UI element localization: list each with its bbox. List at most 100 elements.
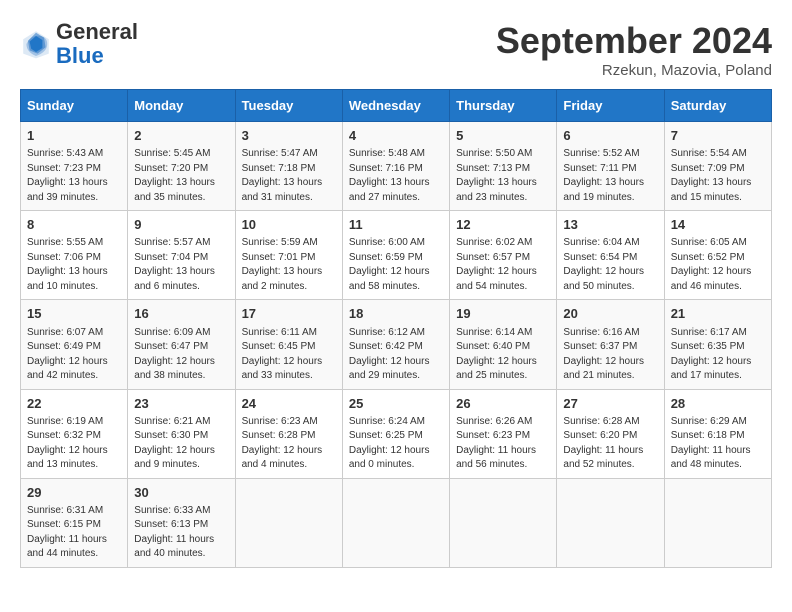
day-number: 1 bbox=[27, 127, 121, 145]
day-number: 17 bbox=[242, 305, 336, 323]
calendar-table: SundayMondayTuesdayWednesdayThursdayFrid… bbox=[20, 89, 772, 568]
day-content: Sunrise: 6:26 AM Sunset: 6:23 PM Dayligh… bbox=[456, 415, 550, 473]
calendar-cell: 4Sunrise: 5:48 AM Sunset: 7:16 PM Daylig… bbox=[342, 122, 449, 211]
day-number: 4 bbox=[349, 127, 443, 145]
calendar-cell: 24 Sunrise: 6:23 AM Sunset: 6:28 PM Dayli… bbox=[235, 389, 342, 478]
day-content: Sunrise: 6:04 AM Sunset: 6:54 PM Dayligh… bbox=[563, 236, 657, 294]
calendar-cell: 6 Sunrise: 5:52 AM Sunset: 7:11 PM Daylig… bbox=[557, 122, 664, 211]
day-content: Sunrise: 5:54 AM Sunset: 7:09 PM Dayligh… bbox=[671, 147, 765, 205]
day-number: 2 bbox=[134, 127, 228, 145]
calendar-cell: 18 Sunrise: 6:12 AM Sunset: 6:42 PM Dayli… bbox=[342, 300, 449, 389]
day-content: Sunrise: 5:50 AM Sunset: 7:13 PM Dayligh… bbox=[456, 147, 550, 205]
day-number: 18 bbox=[349, 305, 443, 323]
weekday-header: Wednesday bbox=[342, 90, 449, 122]
day-number: 11 bbox=[349, 216, 443, 234]
calendar-header: SundayMondayTuesdayWednesdayThursdayFrid… bbox=[21, 90, 772, 122]
calendar-cell: 9 Sunrise: 5:57 AM Sunset: 7:04 PM Daylig… bbox=[128, 211, 235, 300]
day-number: 22 bbox=[27, 395, 121, 413]
day-content: Sunrise: 5:59 AM Sunset: 7:01 PM Dayligh… bbox=[242, 236, 336, 294]
day-content: Sunrise: 5:47 AM Sunset: 7:18 PM Dayligh… bbox=[242, 147, 336, 205]
day-number: 21 bbox=[671, 305, 765, 323]
calendar-cell: 14 Sunrise: 6:05 AM Sunset: 6:52 PM Dayli… bbox=[664, 211, 771, 300]
day-content: Sunrise: 5:52 AM Sunset: 7:11 PM Dayligh… bbox=[563, 147, 657, 205]
day-number: 16 bbox=[134, 305, 228, 323]
day-number: 20 bbox=[563, 305, 657, 323]
day-content: Sunrise: 5:57 AM Sunset: 7:04 PM Dayligh… bbox=[134, 236, 228, 294]
calendar-week-row: 15Sunrise: 6:07 AM Sunset: 6:49 PM Dayli… bbox=[21, 300, 772, 389]
logo: General Blue bbox=[20, 20, 138, 68]
calendar-cell: 7Sunrise: 5:54 AM Sunset: 7:09 PM Daylig… bbox=[664, 122, 771, 211]
calendar-cell: 10 Sunrise: 5:59 AM Sunset: 7:01 PM Dayli… bbox=[235, 211, 342, 300]
day-content: Sunrise: 6:28 AM Sunset: 6:20 PM Dayligh… bbox=[563, 415, 657, 473]
calendar-cell: 12 Sunrise: 6:02 AM Sunset: 6:57 PM Dayli… bbox=[450, 211, 557, 300]
day-content: Sunrise: 6:11 AM Sunset: 6:45 PM Dayligh… bbox=[242, 326, 336, 384]
calendar-cell: 2Sunrise: 5:45 AM Sunset: 7:20 PM Daylig… bbox=[128, 122, 235, 211]
day-number: 10 bbox=[242, 216, 336, 234]
day-number: 29 bbox=[27, 484, 121, 502]
calendar-cell: 28 Sunrise: 6:29 AM Sunset: 6:18 PM Dayli… bbox=[664, 389, 771, 478]
calendar-cell: 17 Sunrise: 6:11 AM Sunset: 6:45 PM Dayli… bbox=[235, 300, 342, 389]
day-content: Sunrise: 6:12 AM Sunset: 6:42 PM Dayligh… bbox=[349, 326, 443, 384]
calendar-cell: 29 Sunrise: 6:31 AM Sunset: 6:15 PM Dayli… bbox=[21, 478, 128, 567]
calendar-cell: 11Sunrise: 6:00 AM Sunset: 6:59 PM Dayli… bbox=[342, 211, 449, 300]
day-content: Sunrise: 6:23 AM Sunset: 6:28 PM Dayligh… bbox=[242, 415, 336, 473]
logo-icon bbox=[20, 28, 52, 60]
calendar-cell bbox=[557, 478, 664, 567]
location: Rzekun, Mazovia, Poland bbox=[496, 62, 772, 79]
calendar-cell: 21 Sunrise: 6:17 AM Sunset: 6:35 PM Dayli… bbox=[664, 300, 771, 389]
day-content: Sunrise: 6:24 AM Sunset: 6:25 PM Dayligh… bbox=[349, 415, 443, 473]
day-content: Sunrise: 5:43 AM Sunset: 7:23 PM Dayligh… bbox=[27, 147, 121, 205]
day-number: 9 bbox=[134, 216, 228, 234]
day-content: Sunrise: 6:09 AM Sunset: 6:47 PM Dayligh… bbox=[134, 326, 228, 384]
calendar-cell: 25Sunrise: 6:24 AM Sunset: 6:25 PM Dayli… bbox=[342, 389, 449, 478]
day-content: Sunrise: 6:16 AM Sunset: 6:37 PM Dayligh… bbox=[563, 326, 657, 384]
day-content: Sunrise: 6:19 AM Sunset: 6:32 PM Dayligh… bbox=[27, 415, 121, 473]
day-number: 5 bbox=[456, 127, 550, 145]
weekday-header: Sunday bbox=[21, 90, 128, 122]
day-number: 27 bbox=[563, 395, 657, 413]
calendar-cell: 3 Sunrise: 5:47 AM Sunset: 7:18 PM Daylig… bbox=[235, 122, 342, 211]
calendar-cell: 30 Sunrise: 6:33 AM Sunset: 6:13 PM Dayli… bbox=[128, 478, 235, 567]
page-header: General Blue September 2024 Rzekun, Mazo… bbox=[20, 20, 772, 79]
calendar-week-row: 29 Sunrise: 6:31 AM Sunset: 6:15 PM Dayli… bbox=[21, 478, 772, 567]
calendar-cell: 22 Sunrise: 6:19 AM Sunset: 6:32 PM Dayli… bbox=[21, 389, 128, 478]
day-content: Sunrise: 6:17 AM Sunset: 6:35 PM Dayligh… bbox=[671, 326, 765, 384]
day-number: 28 bbox=[671, 395, 765, 413]
calendar-cell: 27 Sunrise: 6:28 AM Sunset: 6:20 PM Dayli… bbox=[557, 389, 664, 478]
day-content: Sunrise: 6:29 AM Sunset: 6:18 PM Dayligh… bbox=[671, 415, 765, 473]
day-content: Sunrise: 6:02 AM Sunset: 6:57 PM Dayligh… bbox=[456, 236, 550, 294]
day-content: Sunrise: 6:33 AM Sunset: 6:13 PM Dayligh… bbox=[134, 504, 228, 562]
weekday-header: Monday bbox=[128, 90, 235, 122]
calendar-week-row: 22 Sunrise: 6:19 AM Sunset: 6:32 PM Dayli… bbox=[21, 389, 772, 478]
calendar-week-row: 1 Sunrise: 5:43 AM Sunset: 7:23 PM Daylig… bbox=[21, 122, 772, 211]
calendar-cell: 16 Sunrise: 6:09 AM Sunset: 6:47 PM Dayli… bbox=[128, 300, 235, 389]
calendar-cell bbox=[664, 478, 771, 567]
calendar-cell: 26 Sunrise: 6:26 AM Sunset: 6:23 PM Dayli… bbox=[450, 389, 557, 478]
calendar-cell bbox=[235, 478, 342, 567]
calendar-cell: 23Sunrise: 6:21 AM Sunset: 6:30 PM Dayli… bbox=[128, 389, 235, 478]
calendar-cell: 5 Sunrise: 5:50 AM Sunset: 7:13 PM Daylig… bbox=[450, 122, 557, 211]
calendar-cell bbox=[342, 478, 449, 567]
calendar-cell bbox=[450, 478, 557, 567]
day-number: 12 bbox=[456, 216, 550, 234]
calendar-cell: 19Sunrise: 6:14 AM Sunset: 6:40 PM Dayli… bbox=[450, 300, 557, 389]
weekday-row: SundayMondayTuesdayWednesdayThursdayFrid… bbox=[21, 90, 772, 122]
weekday-header: Tuesday bbox=[235, 90, 342, 122]
day-number: 30 bbox=[134, 484, 228, 502]
day-content: Sunrise: 6:14 AM Sunset: 6:40 PM Dayligh… bbox=[456, 326, 550, 384]
month-title: September 2024 bbox=[496, 20, 772, 62]
day-number: 26 bbox=[456, 395, 550, 413]
calendar-body: 1 Sunrise: 5:43 AM Sunset: 7:23 PM Daylig… bbox=[21, 122, 772, 568]
weekday-header: Saturday bbox=[664, 90, 771, 122]
day-number: 13 bbox=[563, 216, 657, 234]
day-number: 3 bbox=[242, 127, 336, 145]
day-number: 14 bbox=[671, 216, 765, 234]
day-content: Sunrise: 6:05 AM Sunset: 6:52 PM Dayligh… bbox=[671, 236, 765, 294]
day-number: 23 bbox=[134, 395, 228, 413]
day-number: 6 bbox=[563, 127, 657, 145]
day-number: 24 bbox=[242, 395, 336, 413]
calendar-week-row: 8Sunrise: 5:55 AM Sunset: 7:06 PM Daylig… bbox=[21, 211, 772, 300]
calendar-cell: 8Sunrise: 5:55 AM Sunset: 7:06 PM Daylig… bbox=[21, 211, 128, 300]
weekday-header: Thursday bbox=[450, 90, 557, 122]
day-content: Sunrise: 6:31 AM Sunset: 6:15 PM Dayligh… bbox=[27, 504, 121, 562]
